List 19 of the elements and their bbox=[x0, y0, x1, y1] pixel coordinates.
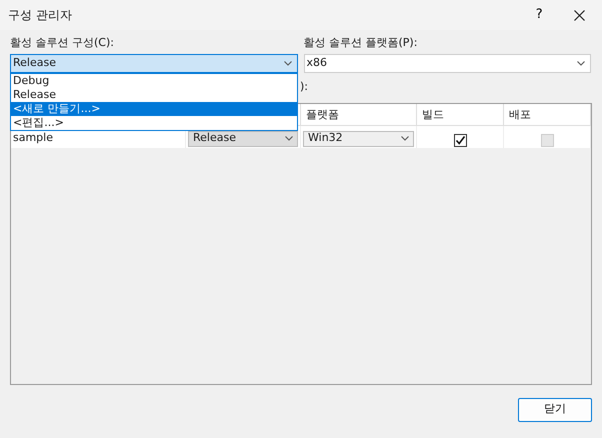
close-button[interactable]: 닫기 bbox=[518, 398, 592, 422]
checkbox[interactable] bbox=[454, 134, 466, 146]
configuration-dropdown[interactable]: Release bbox=[10, 54, 298, 73]
caret-icon bbox=[285, 136, 293, 141]
field-label: ): bbox=[300, 78, 308, 94]
close-icon bbox=[574, 10, 585, 20]
field-label: 활성 솔루션 구성(C): bbox=[10, 35, 115, 51]
platform-select[interactable]: Win32 bbox=[303, 130, 414, 146]
caret-icon bbox=[576, 61, 584, 66]
help-button[interactable]: ? bbox=[519, 0, 560, 30]
caret-icon bbox=[401, 136, 409, 141]
platform-dropdown[interactable]: x86 bbox=[304, 54, 590, 73]
dropdown-option[interactable]: Debug bbox=[11, 74, 297, 88]
field-label: 활성 솔루션 플랫폼(P): bbox=[304, 35, 418, 51]
dropdown-option[interactable]: Release bbox=[11, 88, 297, 102]
dropdown-option[interactable]: <새로 만들기...> bbox=[11, 102, 297, 116]
caret-icon bbox=[284, 61, 292, 66]
window-title: 구성 관리자 bbox=[8, 7, 73, 24]
configuration-select[interactable]: Release bbox=[188, 130, 298, 146]
